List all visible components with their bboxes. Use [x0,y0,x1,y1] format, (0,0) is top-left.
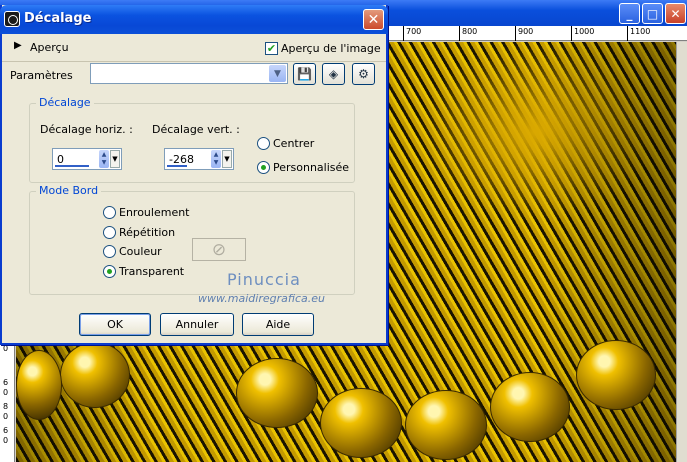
custom-label[interactable]: Personnalisée [273,161,349,174]
edge-mode-group-title: Mode Bord [36,184,102,197]
transparent-label[interactable]: Transparent [119,265,184,278]
maximize-icon[interactable]: □ [642,3,663,24]
ruler-label: 6 [3,378,9,387]
dropdown-arrow-icon[interactable]: ▼ [222,150,232,168]
dropdown-arrow-icon[interactable]: ▼ [110,150,120,168]
ruler-label: 900 [518,27,534,36]
gold-sphere [320,388,402,458]
horizontal-offset-label: Décalage horiz. : [40,123,133,136]
preview-toggle-label[interactable]: Aperçu [30,41,69,54]
parameters-label: Paramètres [10,69,73,82]
offset-dialog: Décalage ✕ ▶ Aperçu ✔ Aperçu de l'image … [0,5,388,345]
transparent-radio[interactable] [103,265,116,278]
ruler-label: 0 [3,436,9,445]
gold-sphere [405,390,487,460]
save-preset-button[interactable]: 💾 [293,63,316,85]
offset-group: Décalage Décalage horiz. : 0 ▲ ▼ ▼ Décala… [29,96,355,183]
minimize-icon[interactable]: _ [619,3,640,24]
preset-select[interactable]: ▼ [90,63,288,84]
spin-arrows-icon[interactable]: ▲ ▼ [211,150,221,168]
image-preview-label[interactable]: Aperçu de l'image [281,42,381,55]
ruler-label: 700 [406,27,422,36]
ruler-label: 1000 [574,27,595,36]
vertical-ruler: 0 6 0 8 0 6 0 [0,342,15,462]
image-preview-checkbox[interactable]: ✔ [265,42,278,55]
gold-sphere [576,340,656,410]
ruler-label: 800 [462,27,478,36]
ruler-label: 0 [3,412,9,421]
preview-row: ▶ Aperçu ✔ Aperçu de l'image [2,34,386,62]
ok-button[interactable]: OK [79,313,151,336]
offset-group-title: Décalage [36,96,94,109]
close-icon: ✕ [367,11,380,28]
color-label[interactable]: Couleur [119,245,162,258]
vertical-offset-label: Décalage vert. : [152,123,240,136]
gold-sphere [490,372,570,442]
chevron-down-icon[interactable]: ▼ [269,65,286,82]
color-radio[interactable] [103,245,116,258]
vertical-offset-stepper[interactable]: -268 ▲ ▼ ▼ [164,148,234,170]
settings-icon: ⚙ [358,67,369,81]
help-button[interactable]: Aide [242,313,314,336]
close-button[interactable]: ✕ [363,9,384,30]
gold-sphere [60,342,130,408]
horizontal-offset-stepper[interactable]: 0 ▲ ▼ ▼ [52,148,122,170]
ruler-label: 0 [3,344,9,353]
app-icon [4,11,20,27]
preset-options-button[interactable]: ⚙ [352,63,375,85]
wrap-radio[interactable] [103,206,116,219]
gold-sphere [236,358,318,428]
custom-radio[interactable] [257,161,270,174]
ruler-label: 8 [3,402,9,411]
wrap-label[interactable]: Enroulement [119,206,190,219]
watermark-url: www.maidiregrafica.eu [198,292,325,305]
ruler-label: 1100 [630,27,651,36]
spin-arrows-icon[interactable]: ▲ ▼ [99,150,109,168]
ruler-label: 6 [3,426,9,435]
disabled-icon: ⊘ [211,239,227,260]
gold-sphere [16,350,62,420]
edge-mode-group: Mode Bord Enroulement Répétition Couleur… [29,184,355,295]
cube-icon: ◈ [328,67,339,81]
reset-button[interactable]: ◈ [322,63,345,85]
repeat-label[interactable]: Répétition [119,226,175,239]
center-radio[interactable] [257,137,270,150]
dialog-title: Décalage [24,11,92,26]
watermark-author: Pinuccia [227,270,301,289]
center-label[interactable]: Centrer [273,137,314,150]
dialog-titlebar[interactable]: Décalage ✕ [0,5,388,34]
help-button-label: Aide [265,318,291,331]
ruler-label: 0 [3,388,9,397]
vertical-scrollbar[interactable] [676,42,687,462]
cancel-button[interactable]: Annuler [160,313,234,336]
horizontal-ruler: 700 800 900 1000 1100 [385,26,687,41]
edge-color-swatch[interactable]: ⊘ [192,238,246,261]
repeat-radio[interactable] [103,226,116,239]
expand-arrow-icon[interactable]: ▶ [14,40,22,51]
floppy-icon: 💾 [297,67,312,81]
value-slider-bar [55,165,89,167]
cancel-button-label: Annuler [175,318,219,331]
ok-button-label: OK [107,318,123,331]
value-slider-bar [167,165,187,167]
close-icon[interactable]: ✕ [665,3,686,24]
